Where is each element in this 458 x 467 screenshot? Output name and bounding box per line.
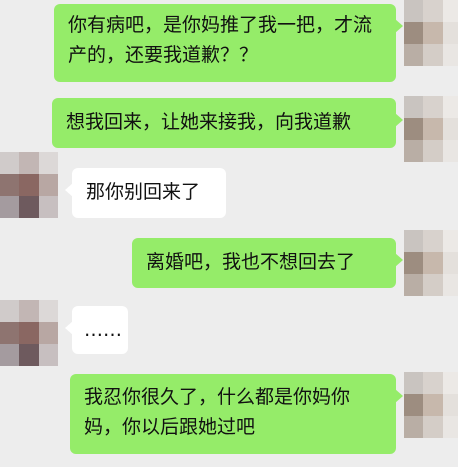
message-text: ……: [84, 319, 122, 341]
avatar-mosaic-tile: [19, 344, 39, 366]
avatar-mosaic-tile: [404, 252, 424, 274]
avatar-mosaic-tile: [404, 118, 424, 140]
avatar-mosaic-tile: [404, 0, 424, 22]
message-row: 我忍你很久了，什么都是你妈你妈，你以后跟她过吧: [0, 366, 458, 467]
received-message-bubble[interactable]: ……: [65, 306, 128, 354]
avatar-mosaic-tile: [404, 416, 424, 438]
avatar-mosaic-tile: [0, 196, 20, 218]
avatar-mosaic-tile: [38, 152, 58, 174]
message-text: 你有病吧，是你妈推了我一把，才流产的，还要我道歉？？: [68, 14, 373, 66]
avatar-mosaic-tile: [0, 152, 20, 174]
avatar-mosaic-tile: [38, 174, 58, 196]
avatar-mosaic-tile: [19, 174, 39, 196]
avatar-mosaic-tile: [442, 372, 458, 394]
sent-message-bubble[interactable]: 我忍你很久了，什么都是你妈你妈，你以后跟她过吧: [70, 374, 403, 454]
self-avatar[interactable]: [404, 372, 458, 438]
avatar-mosaic-tile: [423, 230, 443, 252]
avatar-mosaic-tile: [423, 394, 443, 416]
avatar-mosaic-tile: [0, 300, 20, 322]
self-avatar[interactable]: [404, 0, 458, 66]
avatar-mosaic-tile: [423, 252, 443, 274]
contact-avatar[interactable]: [0, 300, 58, 366]
avatar-mosaic-tile: [19, 322, 39, 344]
message-text: 离婚吧，我也不想回去了: [146, 251, 356, 273]
avatar-mosaic-tile: [442, 118, 458, 140]
avatar-mosaic-tile: [423, 22, 443, 44]
avatar-mosaic-tile: [404, 44, 424, 66]
avatar-mosaic-tile: [404, 22, 424, 44]
avatar-mosaic-tile: [404, 372, 424, 394]
avatar-mosaic-tile: [19, 300, 39, 322]
avatar-mosaic-tile: [38, 300, 58, 322]
avatar-mosaic-tile: [423, 0, 443, 22]
avatar-mosaic-tile: [404, 96, 424, 118]
avatar-mosaic-tile: [0, 174, 20, 196]
message-row: 想我回来，让她来接我，向我道歉: [0, 96, 458, 162]
avatar-mosaic-tile: [19, 196, 39, 218]
message-row: 那你别回来了: [0, 152, 458, 224]
message-row: ……: [0, 290, 458, 366]
avatar-mosaic-tile: [442, 44, 458, 66]
avatar-mosaic-tile: [0, 344, 20, 366]
chat-conversation: 你有病吧，是你妈推了我一把，才流产的，还要我道歉？？ 想我回来，让她来接我，向我…: [0, 0, 458, 467]
avatar-mosaic-tile: [423, 372, 443, 394]
self-avatar[interactable]: [404, 230, 458, 296]
message-text: 我忍你很久了，什么都是你妈你妈，你以后跟她过吧: [84, 386, 351, 438]
avatar-mosaic-tile: [423, 44, 443, 66]
contact-avatar[interactable]: [0, 152, 58, 218]
avatar-mosaic-tile: [19, 152, 39, 174]
avatar-mosaic-tile: [442, 252, 458, 274]
avatar-mosaic-tile: [423, 118, 443, 140]
message-row: 你有病吧，是你妈推了我一把，才流产的，还要我道歉？？: [0, 0, 458, 90]
message-text: 那你别回来了: [86, 181, 201, 203]
avatar-mosaic-tile: [38, 196, 58, 218]
avatar-mosaic-tile: [423, 416, 443, 438]
avatar-mosaic-tile: [442, 22, 458, 44]
avatar-mosaic-tile: [442, 0, 458, 22]
avatar-mosaic-tile: [442, 394, 458, 416]
message-text: 想我回来，让她来接我，向我道歉: [66, 111, 352, 133]
received-message-bubble[interactable]: 那你别回来了: [65, 168, 226, 218]
sent-message-bubble[interactable]: 离婚吧，我也不想回去了: [132, 238, 403, 288]
avatar-mosaic-tile: [38, 344, 58, 366]
avatar-mosaic-tile: [404, 230, 424, 252]
avatar-mosaic-tile: [38, 322, 58, 344]
avatar-mosaic-tile: [442, 96, 458, 118]
avatar-mosaic-tile: [423, 96, 443, 118]
avatar-mosaic-tile: [0, 322, 20, 344]
avatar-mosaic-tile: [404, 394, 424, 416]
sent-message-bubble[interactable]: 你有病吧，是你妈推了我一把，才流产的，还要我道歉？？: [54, 4, 403, 82]
sent-message-bubble[interactable]: 想我回来，让她来接我，向我道歉: [52, 98, 403, 148]
avatar-mosaic-tile: [442, 230, 458, 252]
avatar-mosaic-tile: [442, 416, 458, 438]
